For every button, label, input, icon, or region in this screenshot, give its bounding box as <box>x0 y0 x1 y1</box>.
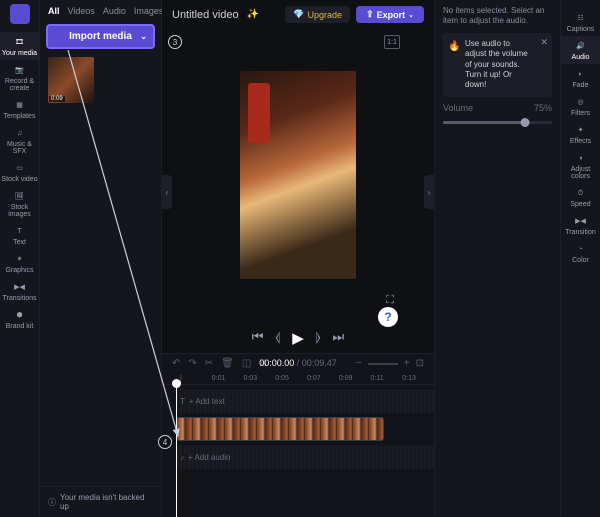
right-rail: ☷Captions🔊Audio◐Fade◎Filters✦Effects◑Adj… <box>560 0 600 517</box>
audio-track[interactable]: ♪+ Add audio <box>176 445 434 469</box>
video-track[interactable] <box>176 417 434 441</box>
topbar: Untitled video ✨ 💎Upgrade ⇪Export⌄ <box>162 0 434 29</box>
timecode: 00:00.00 / 00:09.47 <box>259 358 337 368</box>
video-preview[interactable] <box>240 71 356 279</box>
timeline-toolbar: ↶ ↷ ✂ 🗑 ◫ ⧉ 00:00.00 / 00:09.47 − + ⊡ <box>162 354 434 373</box>
rrail-captions[interactable]: ☷Captions <box>561 8 600 36</box>
rail-templates[interactable]: ▦Templates <box>0 95 39 123</box>
volume-row: Volume 75% <box>443 103 552 113</box>
rrail-color[interactable]: ◔Color <box>561 239 600 267</box>
text-icon: T <box>13 224 27 238</box>
info-icon: ⓘ <box>48 497 56 508</box>
text-track[interactable]: T+ Add text <box>176 389 434 413</box>
left-rail: 🎞Your media📷Record & create▦Templates♫Mu… <box>0 0 40 517</box>
rrail-filters[interactable]: ◎Filters <box>561 92 600 120</box>
no-selection-message: No items selected. Select an item to adj… <box>443 6 552 27</box>
center-area: Untitled video ✨ 💎Upgrade ⇪Export⌄ 3 1:1… <box>162 0 434 517</box>
skip-forward-button[interactable]: ⏭ <box>333 329 345 347</box>
delete-button[interactable]: 🗑 <box>221 358 234 369</box>
magic-icon[interactable]: ✨ <box>247 9 259 20</box>
graphics-icon: ✶ <box>13 252 27 266</box>
volume-value: 75% <box>534 103 552 113</box>
media-tabs: All Videos Audio Images <box>40 0 161 22</box>
project-title[interactable]: Untitled video <box>172 9 239 21</box>
upgrade-button[interactable]: 💎Upgrade <box>285 6 350 23</box>
rail-music-sfx[interactable]: ♫Music & SFX <box>0 123 39 158</box>
zoom-fit-button[interactable]: ⊡ <box>416 358 424 369</box>
tab-videos[interactable]: Videos <box>68 6 95 16</box>
skip-back-button[interactable]: ⏮ <box>252 329 264 347</box>
collapse-left-button[interactable]: ‹ <box>162 175 172 209</box>
split-button[interactable]: ◫ <box>242 358 251 369</box>
aspect-ratio-button[interactable]: 1:1 <box>384 35 400 49</box>
rrail-audio[interactable]: 🔊Audio <box>561 36 600 64</box>
speed-icon: ⏱ <box>574 186 588 200</box>
transition-icon: ▶◀ <box>574 214 588 228</box>
backup-warning[interactable]: ⓘ Your media isn't backed up <box>40 486 161 517</box>
audio-icon: 🔊 <box>574 39 588 53</box>
frame-forward-button[interactable]: ⦊ <box>316 329 321 347</box>
stock-images-icon: 🖼 <box>13 189 27 203</box>
close-tip-button[interactable]: ✕ <box>540 37 548 49</box>
fade-icon: ◐ <box>574 67 588 81</box>
rail-record-create[interactable]: 📷Record & create <box>0 60 39 95</box>
rrail-effects[interactable]: ✦Effects <box>561 120 600 148</box>
music-sfx-icon: ♫ <box>13 126 27 140</box>
volume-slider[interactable] <box>443 121 552 124</box>
brand-kit-icon: ⬢ <box>13 308 27 322</box>
zoom-out-button[interactable]: − <box>356 358 362 369</box>
tab-audio[interactable]: Audio <box>103 6 126 16</box>
playhead[interactable] <box>176 385 177 517</box>
zoom-slider[interactable] <box>368 363 398 365</box>
play-button[interactable]: ▶ <box>292 329 304 347</box>
rrail-fade[interactable]: ◐Fade <box>561 64 600 92</box>
templates-icon: ▦ <box>13 98 27 112</box>
captions-icon: ☷ <box>574 11 588 25</box>
properties-panel: No items selected. Select an item to adj… <box>434 0 560 517</box>
import-media-button[interactable]: Import media ⌄ <box>46 24 155 49</box>
effects-icon: ✦ <box>574 123 588 137</box>
rail-text[interactable]: TText <box>0 221 39 249</box>
rail-graphics[interactable]: ✶Graphics <box>0 249 39 277</box>
audio-tip: Use audio to adjust the volume of your s… <box>443 33 552 97</box>
tab-images[interactable]: Images <box>134 6 164 16</box>
media-thumbnail[interactable] <box>48 57 94 103</box>
rail-brand-kit[interactable]: ⬢Brand kit <box>0 305 39 333</box>
media-panel: All Videos Audio Images Import media ⌄ ⓘ… <box>40 0 162 517</box>
zoom-in-button[interactable]: + <box>404 358 410 369</box>
color-icon: ◔ <box>574 242 588 256</box>
chevron-down-icon: ⌄ <box>140 32 147 41</box>
timeline: 4 ↶ ↷ ✂ 🗑 ◫ ⧉ 00:00.00 / 00:09.47 − + ⊡ … <box>162 353 434 517</box>
redo-button[interactable]: ↷ <box>188 358 196 369</box>
cut-button[interactable]: ✂ <box>205 358 213 369</box>
rail-stock-video[interactable]: ▭Stock video <box>0 158 39 186</box>
rrail-transition[interactable]: ▶◀Transition <box>561 211 600 239</box>
filters-icon: ◎ <box>574 95 588 109</box>
transitions-icon: ▶◀ <box>13 280 27 294</box>
your-media-icon: 🎞 <box>13 35 27 49</box>
stock-video-icon: ▭ <box>13 161 27 175</box>
record-create-icon: 📷 <box>13 63 27 77</box>
tab-all[interactable]: All <box>48 6 60 16</box>
transport-controls: ⏮ ⦉ ▶ ⦊ ⏭ <box>162 321 434 353</box>
app-logo[interactable] <box>10 4 30 24</box>
time-ruler[interactable]: |0:010:030:050:070:090:110:13 <box>162 373 434 385</box>
video-clip[interactable] <box>176 417 384 441</box>
preview-area: 3 1:1 ‹ › ⛶ ? <box>162 29 434 321</box>
fullscreen-button[interactable]: ⛶ <box>386 294 394 307</box>
rrail-speed[interactable]: ⏱Speed <box>561 183 600 211</box>
rail-your-media[interactable]: 🎞Your media <box>0 32 39 60</box>
step-3-marker: 3 <box>168 35 182 49</box>
rail-stock-images[interactable]: 🖼Stock images <box>0 186 39 221</box>
rrail-adjust-colors[interactable]: ◑Adjust colors <box>561 148 600 183</box>
rail-transitions[interactable]: ▶◀Transitions <box>0 277 39 305</box>
export-button[interactable]: ⇪Export⌄ <box>356 6 424 23</box>
collapse-right-button[interactable]: › <box>424 175 434 209</box>
adjust-colors-icon: ◑ <box>574 151 588 165</box>
undo-button[interactable]: ↶ <box>172 358 180 369</box>
frame-back-button[interactable]: ⦉ <box>275 329 280 347</box>
help-button[interactable]: ? <box>378 307 398 327</box>
volume-label: Volume <box>443 103 473 113</box>
tracks: T+ Add text ♪+ Add audio <box>162 385 434 517</box>
